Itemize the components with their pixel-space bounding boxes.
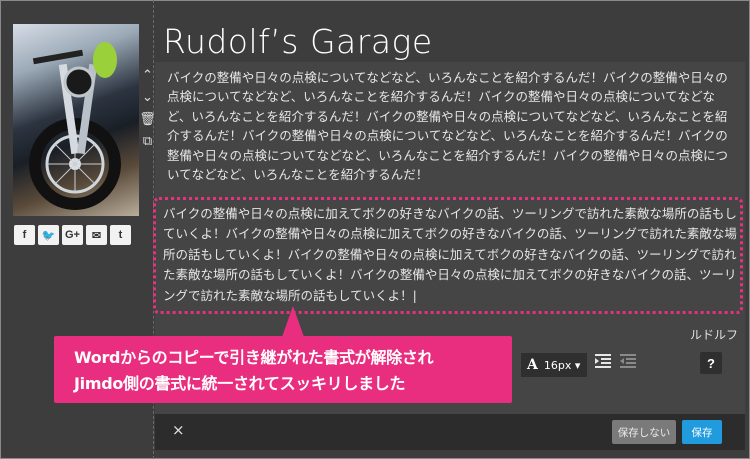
font-size-value: 16px ▾ (543, 358, 581, 372)
callout-line-1: Wordからのコピーで引き継がれた書式が解除され (74, 348, 434, 367)
paragraph-2[interactable]: バイクの整備や日々の点検に加えてボクの好きなバイクの話、ツーリングで訪れた素敵な… (163, 204, 739, 306)
move-down-icon[interactable]: ⌄ (139, 88, 156, 107)
outdent-icon[interactable] (620, 354, 638, 374)
indent-icon[interactable] (595, 354, 613, 374)
callout-pointer (282, 306, 304, 337)
trash-icon[interactable]: 🗑 (139, 110, 156, 129)
close-icon[interactable]: × (172, 421, 185, 439)
social-buttons: f 🐦 G+ ✉ t (14, 225, 131, 245)
motorcycle-photo (13, 24, 139, 216)
callout-line-2: Jimdo側の書式に統一されてスッキリしました (74, 374, 406, 393)
twitter-icon[interactable]: 🐦 (38, 225, 59, 245)
copy-icon[interactable]: ⧉ (139, 132, 156, 151)
save-button[interactable]: 保存 (682, 420, 722, 444)
google-plus-icon[interactable]: G+ (62, 225, 83, 245)
paragraph-1[interactable]: バイクの整備や日々の点検についてなどなど、いろんなことを紹介するんだ！バイクの整… (167, 68, 735, 184)
page-title: Rudolf’s Garage (163, 22, 433, 61)
discard-button[interactable]: 保存しない (612, 420, 676, 444)
tumblr-icon[interactable]: t (110, 225, 131, 245)
mail-icon[interactable]: ✉ (86, 225, 107, 245)
move-up-icon[interactable]: ⌃ (139, 66, 156, 85)
author-label: ルドルフ (690, 328, 739, 342)
editor-side-controls: ⌃ ⌄ 🗑 ⧉ (139, 66, 156, 151)
facebook-icon[interactable]: f (14, 225, 35, 245)
help-button[interactable]: ? (700, 352, 722, 374)
font-icon: A (527, 357, 538, 373)
font-size-dropdown[interactable]: A 16px ▾ (521, 353, 587, 377)
